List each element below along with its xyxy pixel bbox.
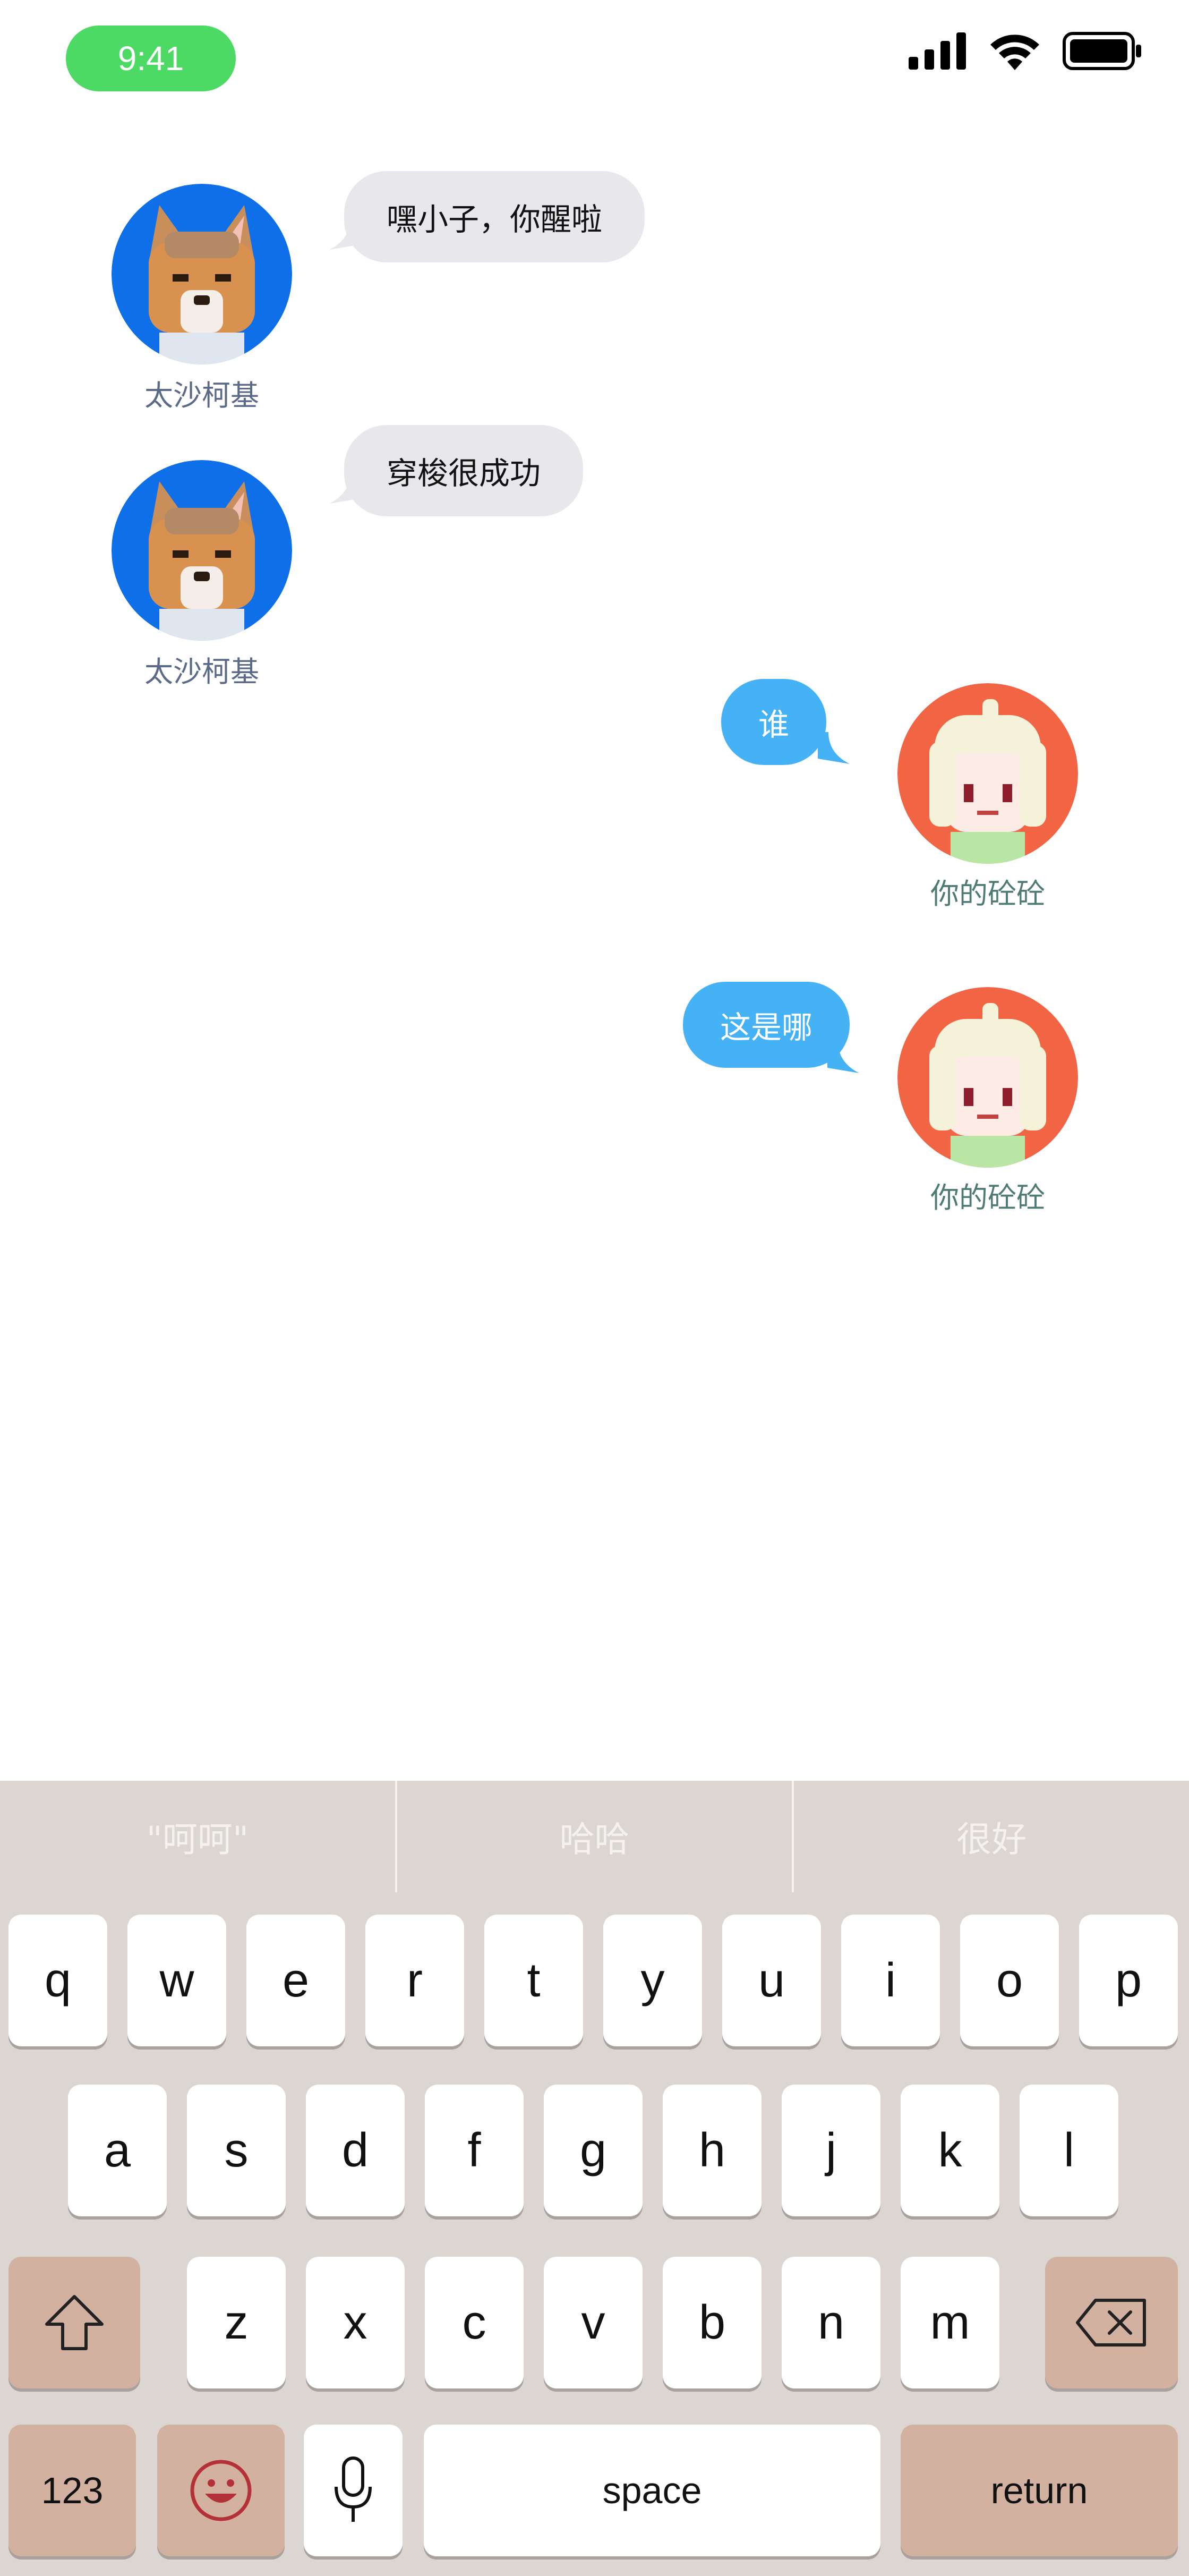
key-h[interactable]: h xyxy=(663,2085,762,2216)
suggestion-item[interactable]: "呵呵" xyxy=(0,1781,395,1892)
key-y[interactable]: y xyxy=(603,1915,702,2046)
corgi-avatar-icon[interactable] xyxy=(112,184,292,364)
key-j[interactable]: j xyxy=(782,2085,880,2216)
key-u[interactable]: u xyxy=(722,1915,821,2046)
message-text: 谁 xyxy=(758,707,790,743)
sender-name: 你的砼砼 xyxy=(930,1181,1045,1214)
status-time: 9:41 xyxy=(117,39,184,78)
key-d[interactable]: d xyxy=(306,2085,405,2216)
key-i[interactable]: i xyxy=(841,1915,940,2046)
suggestion-item[interactable]: 哈哈 xyxy=(397,1781,792,1892)
message-text: 穿梭很成功 xyxy=(387,455,541,491)
key-q[interactable]: q xyxy=(8,1915,107,2046)
girl-avatar-icon[interactable] xyxy=(897,683,1078,864)
wifi-icon xyxy=(990,35,1039,70)
key-c[interactable]: c xyxy=(425,2257,524,2388)
key-p[interactable]: p xyxy=(1079,1915,1178,2046)
delete-key[interactable] xyxy=(1045,2257,1178,2388)
key-x[interactable]: x xyxy=(306,2257,405,2388)
sender-name: 太沙柯基 xyxy=(144,655,259,688)
girl-avatar-icon[interactable] xyxy=(897,987,1078,1168)
key-e[interactable]: e xyxy=(246,1915,345,2046)
message-text: 嘿小子，你醒啦 xyxy=(387,201,603,237)
key-r[interactable]: r xyxy=(365,1915,464,2046)
key-v[interactable]: v xyxy=(544,2257,643,2388)
corgi-avatar-icon[interactable] xyxy=(112,460,292,641)
key-g[interactable]: g xyxy=(544,2085,643,2216)
shift-key[interactable] xyxy=(8,2257,140,2388)
status-icons xyxy=(909,32,1142,70)
numbers-key[interactable]: 123 xyxy=(8,2425,136,2556)
key-o[interactable]: o xyxy=(960,1915,1059,2046)
message-bubble[interactable]: 谁 xyxy=(721,679,827,765)
message-bubble[interactable]: 这是哪 xyxy=(683,982,850,1068)
time-pill: 9:41 xyxy=(66,25,236,91)
emoji-key[interactable] xyxy=(157,2425,285,2556)
space-key[interactable]: space xyxy=(424,2425,880,2556)
keyboard: "呵呵" 哈哈 很好 q w e r t y u i o p a s d f g… xyxy=(0,1781,1189,2576)
sender-name: 你的砼砼 xyxy=(930,877,1045,911)
delete-icon xyxy=(1076,2299,1146,2347)
suggestion-item[interactable]: 很好 xyxy=(794,1781,1189,1892)
sender-name: 太沙柯基 xyxy=(144,379,259,412)
key-t[interactable]: t xyxy=(484,1915,583,2046)
key-l[interactable]: l xyxy=(1020,2085,1118,2216)
shift-icon xyxy=(45,2295,104,2350)
message-bubble[interactable]: 嘿小子，你醒啦 xyxy=(344,171,645,262)
suggestion-bar: "呵呵" 哈哈 很好 xyxy=(0,1781,1189,1892)
key-w[interactable]: w xyxy=(127,1915,226,2046)
key-m[interactable]: m xyxy=(901,2257,999,2388)
message-text: 这是哪 xyxy=(720,1009,813,1045)
microphone-key[interactable] xyxy=(304,2425,403,2556)
key-s[interactable]: s xyxy=(187,2085,286,2216)
message-bubble[interactable]: 穿梭很成功 xyxy=(344,425,584,516)
signal-bars-icon xyxy=(909,32,966,70)
key-z[interactable]: z xyxy=(187,2257,286,2388)
key-a[interactable]: a xyxy=(68,2085,167,2216)
key-b[interactable]: b xyxy=(663,2257,762,2388)
key-k[interactable]: k xyxy=(901,2085,999,2216)
key-n[interactable]: n xyxy=(782,2257,880,2388)
return-key[interactable]: return xyxy=(901,2425,1178,2556)
emoji-icon xyxy=(190,2460,252,2521)
microphone-icon xyxy=(335,2456,372,2522)
key-f[interactable]: f xyxy=(425,2085,524,2216)
battery-icon xyxy=(1063,32,1141,70)
status-bar: 9:41 xyxy=(0,0,1189,117)
